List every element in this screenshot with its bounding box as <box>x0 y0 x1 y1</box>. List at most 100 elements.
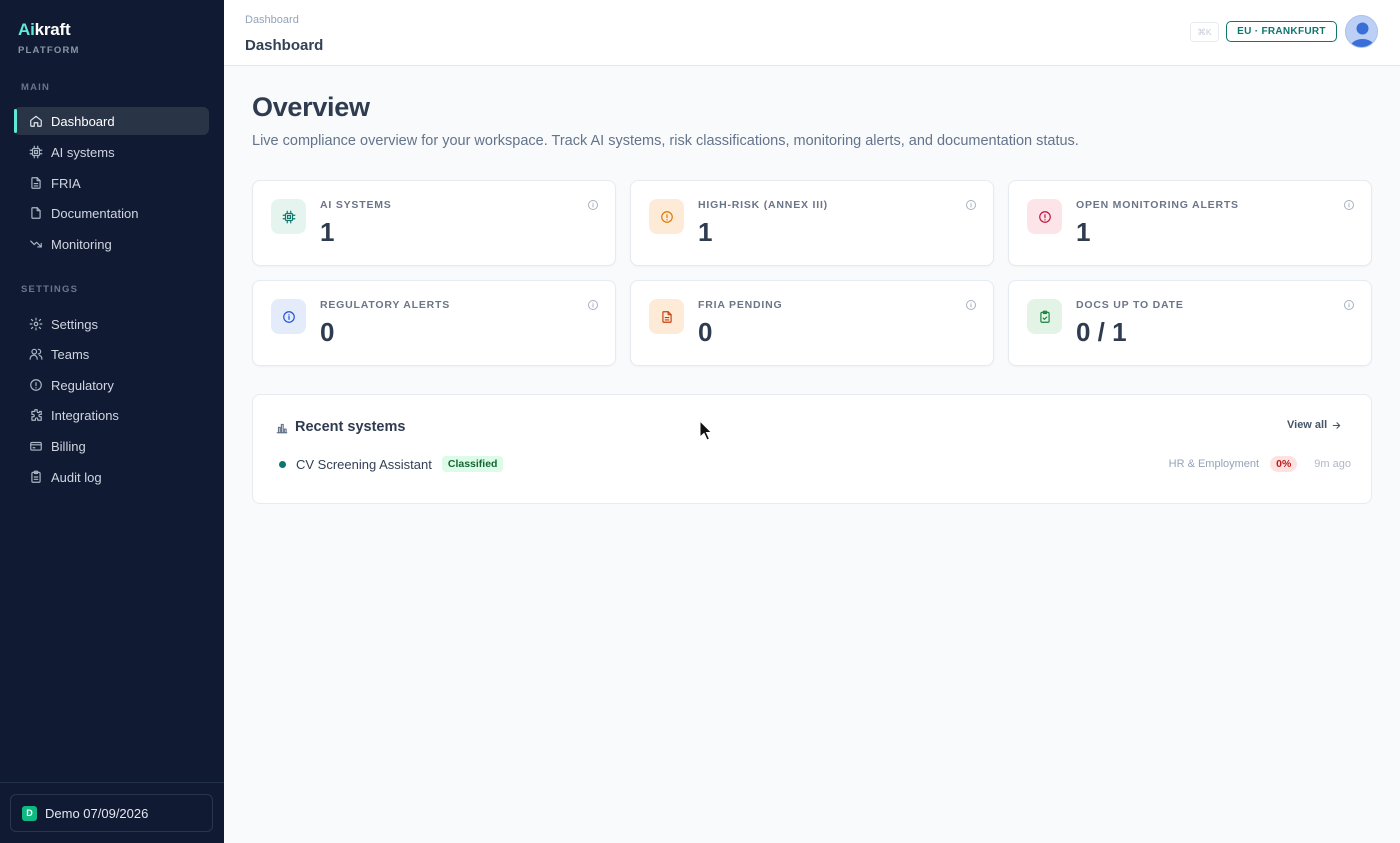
sidebar-item-label: Audit log <box>51 469 102 485</box>
sidebar-item-dashboard[interactable]: Dashboard <box>14 107 209 135</box>
stat-value: 0 <box>698 317 713 347</box>
sidebar-divider <box>0 782 224 783</box>
stat-card-monitoring-alerts[interactable]: OPEN MONITORING ALERTS 1 <box>1008 180 1372 266</box>
sidebar-item-ai-systems[interactable]: AI systems <box>14 138 209 166</box>
stat-icon-wrap <box>1027 199 1062 234</box>
home-icon <box>30 115 42 127</box>
chip-icon <box>282 210 295 223</box>
nav-section-main: MAIN <box>21 82 51 93</box>
stat-value: 0 / 1 <box>1076 317 1127 347</box>
status-badge: Classified <box>441 456 504 472</box>
info-icon[interactable] <box>1343 199 1355 211</box>
sidebar-item-fria[interactable]: FRIA <box>14 169 209 197</box>
chip-icon <box>29 145 43 159</box>
region-badge[interactable]: EU · FRANKFURT <box>1226 21 1337 42</box>
stat-card-docs-up-to-date[interactable]: DOCS UP TO DATE 0 / 1 <box>1008 280 1372 366</box>
stat-icon-wrap <box>649 299 684 334</box>
system-sector: HR & Employment <box>1168 458 1260 470</box>
users-icon <box>29 348 43 360</box>
stat-label: FRIA PENDING <box>698 299 783 311</box>
sidebar-item-integrations[interactable]: Integrations <box>14 401 209 429</box>
info-icon[interactable] <box>965 199 977 211</box>
mouse-cursor-icon <box>699 420 713 441</box>
sidebar-item-label: Regulatory <box>51 377 114 393</box>
list-item[interactable]: CV Screening Assistant Classified HR & E… <box>275 453 1351 475</box>
stat-value: 1 <box>320 217 335 247</box>
sidebar-item-label: Billing <box>51 438 86 454</box>
sidebar-item-label: FRIA <box>51 175 81 191</box>
sidebar: Aikraft PLATFORM MAIN Dashboard AI syste… <box>0 0 224 843</box>
sidebar-item-teams[interactable]: Teams <box>14 340 209 368</box>
recent-systems-title: Recent systems <box>295 419 406 435</box>
stat-card-fria-pending[interactable]: FRIA PENDING 0 <box>630 280 994 366</box>
topbar: Dashboard Dashboard ⌘K EU · FRANKFURT <box>224 0 1400 66</box>
document-icon <box>31 177 41 189</box>
alert-circle-icon <box>1038 210 1051 223</box>
stat-icon-wrap <box>271 199 306 234</box>
stat-card-regulatory-alerts[interactable]: REGULATORY ALERTS 0 <box>252 280 616 366</box>
clipboard-icon <box>31 470 41 483</box>
stat-value: 0 <box>320 317 335 347</box>
sidebar-item-label: Documentation <box>51 205 139 221</box>
stat-label: AI SYSTEMS <box>320 199 392 211</box>
stat-label: OPEN MONITORING ALERTS <box>1076 199 1239 211</box>
user-avatar-icon <box>1350 22 1375 47</box>
gear-icon <box>29 317 43 331</box>
file-icon <box>31 207 41 219</box>
breadcrumb[interactable]: Dashboard <box>245 14 299 26</box>
sidebar-item-label: Dashboard <box>51 113 115 129</box>
page-title: Dashboard <box>245 37 324 54</box>
document-icon <box>661 310 672 323</box>
sidebar-item-monitoring[interactable]: Monitoring <box>14 230 209 258</box>
recent-systems-panel: Recent systems View all CV Screening Ass… <box>252 394 1372 504</box>
score-badge: 0% <box>1270 456 1298 472</box>
info-icon[interactable] <box>965 299 977 311</box>
nav-section-settings: SETTINGS <box>21 284 79 295</box>
sidebar-item-documentation[interactable]: Documentation <box>14 199 209 227</box>
sidebar-item-label: Integrations <box>51 407 119 423</box>
workspace-name: Demo 07/09/2026 <box>45 805 149 821</box>
sidebar-item-audit-log[interactable]: Audit log <box>14 463 209 491</box>
stat-card-ai-systems[interactable]: AI SYSTEMS 1 <box>252 180 616 266</box>
brand-name: Aikraft <box>18 20 71 39</box>
row-meta: HR & Employment 0% 9m ago <box>1169 456 1351 472</box>
stat-label: REGULATORY ALERTS <box>320 299 451 311</box>
puzzle-icon <box>31 409 42 421</box>
workspace-badge: D <box>22 805 37 821</box>
stat-label: HIGH-RISK (ANNEX III) <box>698 199 828 211</box>
arrow-right-icon <box>1332 421 1341 429</box>
alert-circle-icon <box>660 210 673 223</box>
trend-down-icon <box>30 240 42 248</box>
sidebar-item-label: Monitoring <box>51 236 112 252</box>
info-icon[interactable] <box>1343 299 1355 311</box>
workspace-switcher[interactable]: D Demo 07/09/2026 <box>10 794 213 832</box>
sidebar-item-label: AI systems <box>51 144 115 160</box>
brand-logo[interactable]: Aikraft PLATFORM <box>18 20 80 56</box>
stat-icon-wrap <box>1027 299 1062 334</box>
info-icon <box>282 310 295 323</box>
stat-value: 1 <box>698 217 713 247</box>
clipboard-check-icon <box>1039 310 1050 323</box>
info-icon[interactable] <box>587 299 599 311</box>
command-shortcut-hint[interactable]: ⌘K <box>1190 22 1219 42</box>
view-all-link[interactable]: View all <box>1287 419 1342 431</box>
system-name[interactable]: CV Screening Assistant <box>296 457 432 472</box>
sidebar-item-regulatory[interactable]: Regulatory <box>14 371 209 399</box>
view-all-label: View all <box>1287 419 1328 431</box>
avatar[interactable] <box>1345 15 1378 48</box>
sidebar-item-billing[interactable]: Billing <box>14 432 209 460</box>
bar-chart-icon <box>276 423 288 434</box>
overview-heading: Overview <box>252 92 370 122</box>
stat-value: 1 <box>1076 217 1091 247</box>
alert-circle-icon <box>30 379 42 391</box>
stat-icon-wrap <box>271 299 306 334</box>
sidebar-item-label: Teams <box>51 346 90 362</box>
sidebar-item-settings[interactable]: Settings <box>14 310 209 338</box>
sidebar-item-label: Settings <box>51 316 98 332</box>
credit-card-icon <box>30 441 42 451</box>
info-icon[interactable] <box>587 199 599 211</box>
stat-card-high-risk[interactable]: HIGH-RISK (ANNEX III) 1 <box>630 180 994 266</box>
updated-time: 9m ago <box>1314 458 1351 470</box>
status-dot <box>279 460 286 468</box>
overview-description: Live compliance overview for your worksp… <box>252 133 1079 149</box>
